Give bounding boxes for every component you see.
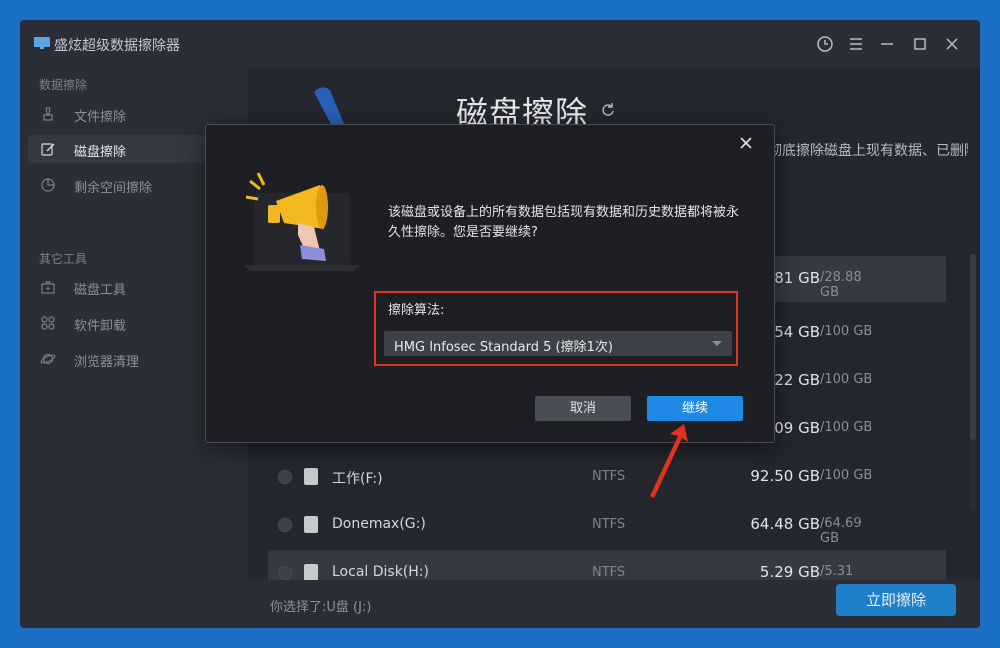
megaphone-icon	[244, 172, 360, 271]
toolbox-icon	[41, 281, 55, 294]
selection-status: 你选择了:U盘 (J:)	[270, 600, 372, 615]
section-title-other-tools: 其它工具	[39, 252, 88, 266]
drive-radio[interactable]	[278, 518, 292, 532]
history-icon[interactable]	[815, 34, 835, 54]
drive-total: /100 GB	[820, 372, 873, 387]
drive-total: /28.88 GB	[820, 270, 862, 300]
drive-name: Donemax(G:)	[332, 516, 426, 532]
drive-filesystem: NTFS	[592, 517, 626, 532]
drive-filesystem: NTFS	[592, 565, 626, 580]
page-description: 彻底擦除磁盘上现有数据、已删除/丢失的数	[768, 143, 968, 159]
maximize-icon[interactable]	[910, 34, 930, 54]
close-icon[interactable]	[942, 34, 962, 54]
planet-icon	[40, 353, 56, 365]
drive-total: /100 GB	[820, 324, 873, 339]
monitor-icon	[34, 37, 50, 49]
sidebar-item-label: 软件卸载	[74, 319, 127, 334]
app-title: 盛炫超级数据擦除器	[54, 38, 180, 54]
sidebar-item-label: 剩余空间擦除	[74, 181, 153, 196]
red-arrow-annotation	[650, 424, 688, 498]
scrollbar-thumb[interactable]	[970, 254, 976, 440]
disk-icon	[304, 468, 318, 485]
algorithm-selected-value: HMG Infosec Standard 5 (擦除1次)	[394, 340, 613, 355]
drive-radio[interactable]	[278, 566, 292, 580]
sidebar-item-label: 文件擦除	[74, 110, 127, 125]
title-bar: 盛炫超级数据擦除器	[20, 20, 980, 68]
algorithm-select[interactable]: HMG Infosec Standard 5 (擦除1次)	[384, 331, 732, 356]
bottom-bar: 你选择了:U盘 (J:) 立即擦除	[248, 580, 980, 628]
drive-name: 工作(F:)	[332, 471, 383, 487]
drive-row[interactable]: Donemax(G:) NTFS 64.48 GB /64.69 GB	[268, 502, 946, 548]
drive-radio[interactable]	[278, 470, 292, 484]
drive-row[interactable]: 工作(F:) NTFS 92.50 GB /100 GB	[268, 454, 946, 500]
drive-used: 64.48 GB	[750, 515, 820, 533]
dialog-message: 该磁盘或设备上的所有数据包括现有数据和历史数据都将被永久性擦除。您是否要继续?	[388, 205, 740, 240]
drive-total: /64.69 GB	[820, 516, 862, 546]
algorithm-label: 擦除算法:	[388, 303, 445, 318]
cancel-button[interactable]: 取消	[535, 396, 631, 421]
algorithm-highlight-box: 擦除算法: HMG Infosec Standard 5 (擦除1次)	[374, 291, 738, 366]
sidebar-item-label: 磁盘擦除	[74, 145, 127, 160]
drive-name: Local Disk(H:)	[332, 564, 429, 580]
close-icon[interactable]	[738, 135, 754, 151]
drive-filesystem: NTFS	[592, 469, 626, 484]
drive-used: 5.29 GB	[759, 563, 820, 581]
minimize-icon[interactable]	[877, 34, 897, 54]
sidebar-item-label: 浏览器清理	[74, 355, 140, 370]
menu-icon[interactable]	[846, 34, 866, 54]
refresh-icon[interactable]	[600, 102, 616, 118]
apps-grid-icon	[41, 316, 55, 330]
disk-edit-icon	[41, 143, 55, 156]
continue-button[interactable]: 继续	[647, 396, 743, 421]
confirm-dialog: 该磁盘或设备上的所有数据包括现有数据和历史数据都将被永久性擦除。您是否要继续? …	[205, 124, 775, 443]
chevron-down-icon	[712, 341, 722, 346]
disk-icon	[304, 516, 318, 533]
file-brush-icon	[43, 107, 53, 121]
drive-used: 81 GB	[774, 269, 820, 287]
erase-now-button[interactable]: 立即擦除	[836, 584, 956, 616]
drive-total: /100 GB	[820, 468, 873, 483]
drive-used: 92.50 GB	[750, 467, 820, 485]
section-title-data-erase: 数据擦除	[39, 78, 88, 92]
disk-icon	[304, 564, 318, 581]
pie-chart-icon	[41, 178, 55, 192]
sidebar-item-label: 磁盘工具	[74, 283, 127, 298]
drive-total: /100 GB	[820, 420, 873, 435]
